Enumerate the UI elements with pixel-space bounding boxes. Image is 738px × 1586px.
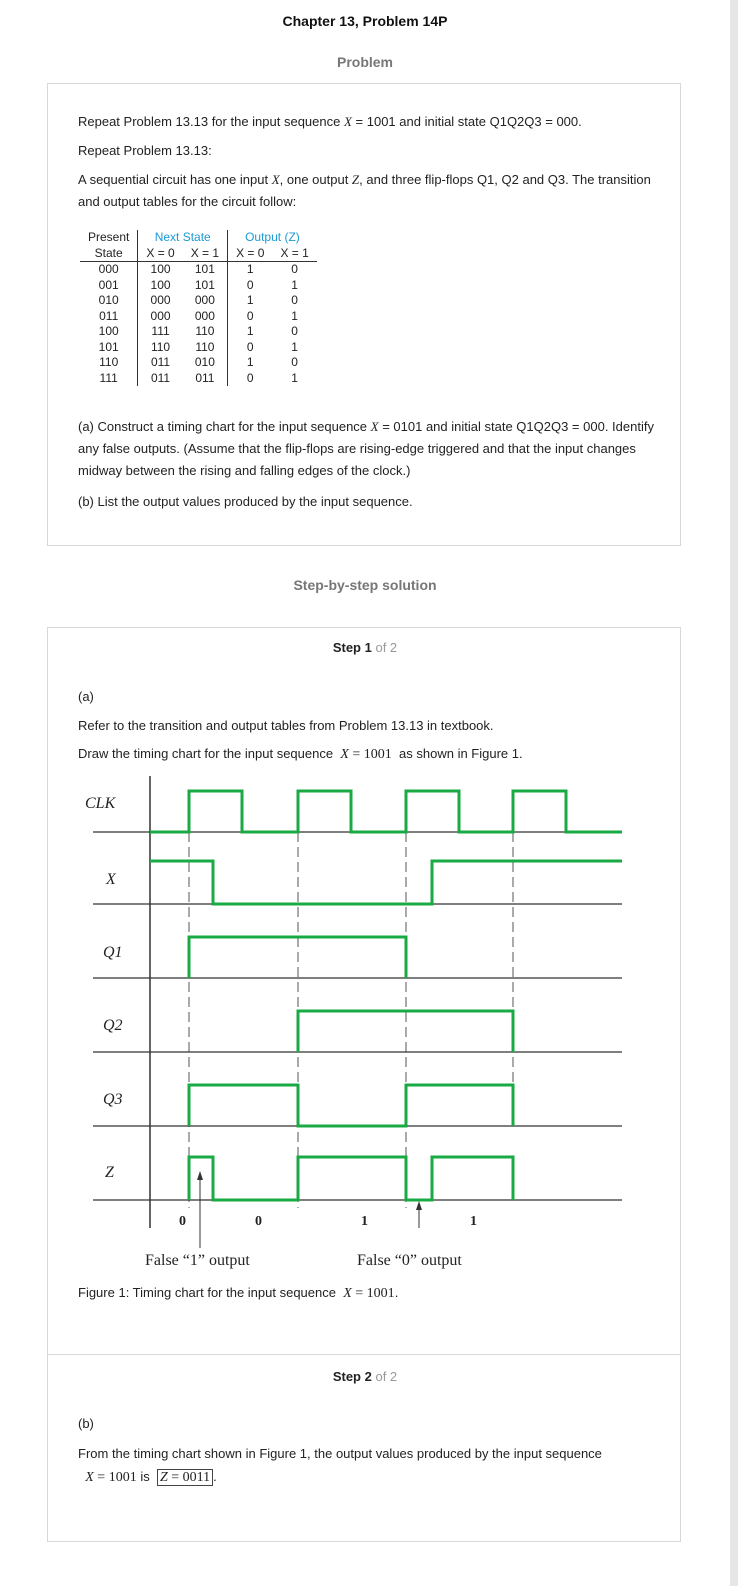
table-row: 100 111 110 1 0 bbox=[80, 324, 317, 340]
table-cell: 0 bbox=[246, 277, 254, 292]
table-cell: 000 bbox=[80, 261, 139, 278]
table-row: 001 100 101 0 1 bbox=[80, 277, 317, 293]
table-cell: 000 bbox=[182, 293, 229, 309]
step1-line1: Refer to the transition and output table… bbox=[78, 718, 494, 733]
problem-repeat: Repeat Problem 13.13: bbox=[78, 143, 212, 158]
table-cell: 111 bbox=[80, 370, 139, 386]
th-next-state: Next State bbox=[137, 230, 229, 246]
table-row: 011 000 000 0 1 bbox=[80, 308, 317, 324]
transition-output-table: Present Next State Output (Z) State X = … bbox=[80, 230, 317, 386]
th-ox0: X = 0 bbox=[227, 245, 273, 262]
false1-arrow-head bbox=[197, 1171, 203, 1180]
part-b-text: (b) List the output values produced by t… bbox=[78, 494, 413, 509]
table-cell: 010 bbox=[182, 355, 229, 371]
table-cell: 011 bbox=[182, 370, 229, 386]
table-cell: 0 bbox=[246, 370, 254, 385]
false0-arrow-head bbox=[416, 1201, 422, 1210]
false0-label: False “0” output bbox=[357, 1252, 462, 1269]
figure-caption: Figure 1: Timing chart for the input seq… bbox=[78, 1285, 399, 1301]
table-cell: 0 bbox=[246, 339, 254, 354]
th-output: Output (Z) bbox=[245, 230, 300, 244]
table-cell: 1 bbox=[291, 339, 298, 354]
waveform-z bbox=[187, 1155, 515, 1202]
table-cell: 100 bbox=[150, 262, 171, 276]
step2-line1: From the timing chart shown in Figure 1,… bbox=[78, 1446, 602, 1461]
th-present: Present bbox=[80, 230, 139, 246]
table-cell: 110 bbox=[182, 324, 229, 340]
table-cell: 1 bbox=[291, 370, 298, 385]
step2-part: (b) bbox=[78, 1416, 94, 1431]
table-row: 110 011 010 1 0 bbox=[80, 355, 317, 371]
table-cell: 000 bbox=[150, 308, 171, 323]
page-title: Chapter 13, Problem 14P bbox=[282, 13, 448, 29]
th-x1: X = 1 bbox=[182, 245, 229, 262]
th-x0: X = 0 bbox=[137, 245, 183, 262]
table-cell: 000 bbox=[150, 293, 171, 307]
table-cell: 101 bbox=[182, 277, 229, 293]
table-cell: 000 bbox=[182, 308, 229, 324]
table-cell: 0 bbox=[291, 324, 298, 338]
answer-box: Z = 0011 bbox=[156, 1469, 214, 1486]
table-cell: 1 bbox=[246, 324, 254, 338]
waveform-q3 bbox=[187, 1083, 515, 1128]
false1-label: False “1” output bbox=[145, 1252, 250, 1269]
timing-chart bbox=[93, 776, 622, 1248]
table-cell: 1 bbox=[246, 355, 254, 369]
table-cell: 111 bbox=[151, 324, 170, 338]
waveform-clk bbox=[150, 789, 622, 834]
waveform-x bbox=[150, 859, 622, 906]
th-state: State bbox=[80, 245, 139, 262]
table-cell: 0 bbox=[291, 355, 298, 369]
z-value-1: 0 bbox=[179, 1214, 186, 1229]
table-cell: 010 bbox=[80, 293, 139, 309]
table-row: 101 110 110 0 1 bbox=[80, 339, 317, 355]
problem-heading: Problem bbox=[336, 54, 393, 70]
z-value-4: 1 bbox=[470, 1214, 477, 1229]
part-a-text: (a) Construct a timing chart for the inp… bbox=[78, 419, 654, 478]
table-cell: 1 bbox=[291, 308, 298, 323]
table-cell: 101 bbox=[80, 339, 139, 355]
signal-label-q2: Q2 bbox=[103, 1017, 123, 1034]
signal-label-z: Z bbox=[105, 1164, 114, 1181]
table-cell: 100 bbox=[80, 324, 139, 340]
table-row: 000 100 101 1 0 bbox=[80, 261, 317, 278]
table-cell: 101 bbox=[182, 261, 229, 278]
table-row: 010 000 000 1 0 bbox=[80, 293, 317, 309]
solution-heading: Step-by-step solution bbox=[293, 577, 437, 593]
table-cell: 0 bbox=[291, 262, 298, 276]
step2-header: Step 2 of 2 bbox=[332, 1369, 398, 1384]
signal-label-clk: CLK bbox=[85, 795, 116, 812]
table-cell: 0 bbox=[246, 308, 254, 323]
signal-label-x: X bbox=[106, 871, 116, 888]
signal-label-q3: Q3 bbox=[103, 1091, 123, 1108]
table-cell: 100 bbox=[150, 277, 171, 292]
table-row: 111 011 011 0 1 bbox=[80, 370, 317, 386]
step1-header: Step 1 of 2 bbox=[332, 640, 398, 655]
table-cell: 1 bbox=[246, 293, 254, 307]
table-cell: 1 bbox=[291, 277, 298, 292]
table-cell: 011 bbox=[150, 355, 171, 369]
step1-line2: Draw the timing chart for the input sequ… bbox=[78, 746, 523, 762]
table-cell: 011 bbox=[150, 370, 171, 385]
problem-description: A sequential circuit has one input X, on… bbox=[78, 172, 651, 209]
table-cell: 110 bbox=[150, 339, 171, 354]
table-cell: 001 bbox=[80, 277, 139, 293]
th-ox1: X = 1 bbox=[272, 245, 317, 262]
step2-answer-line: X = 1001 is Z = 0011. bbox=[85, 1469, 217, 1486]
table-cell: 110 bbox=[80, 355, 139, 371]
table-cell: 011 bbox=[80, 308, 139, 324]
z-value-3: 1 bbox=[361, 1214, 368, 1229]
step1-part: (a) bbox=[78, 689, 94, 704]
table-cell: 0 bbox=[291, 293, 298, 307]
table-cell: 110 bbox=[182, 339, 229, 355]
z-value-2: 0 bbox=[255, 1214, 262, 1229]
table-cell: 1 bbox=[246, 262, 254, 276]
problem-intro: Repeat Problem 13.13 for the input seque… bbox=[78, 114, 582, 129]
signal-label-q1: Q1 bbox=[103, 944, 123, 961]
step-divider bbox=[48, 1354, 680, 1355]
